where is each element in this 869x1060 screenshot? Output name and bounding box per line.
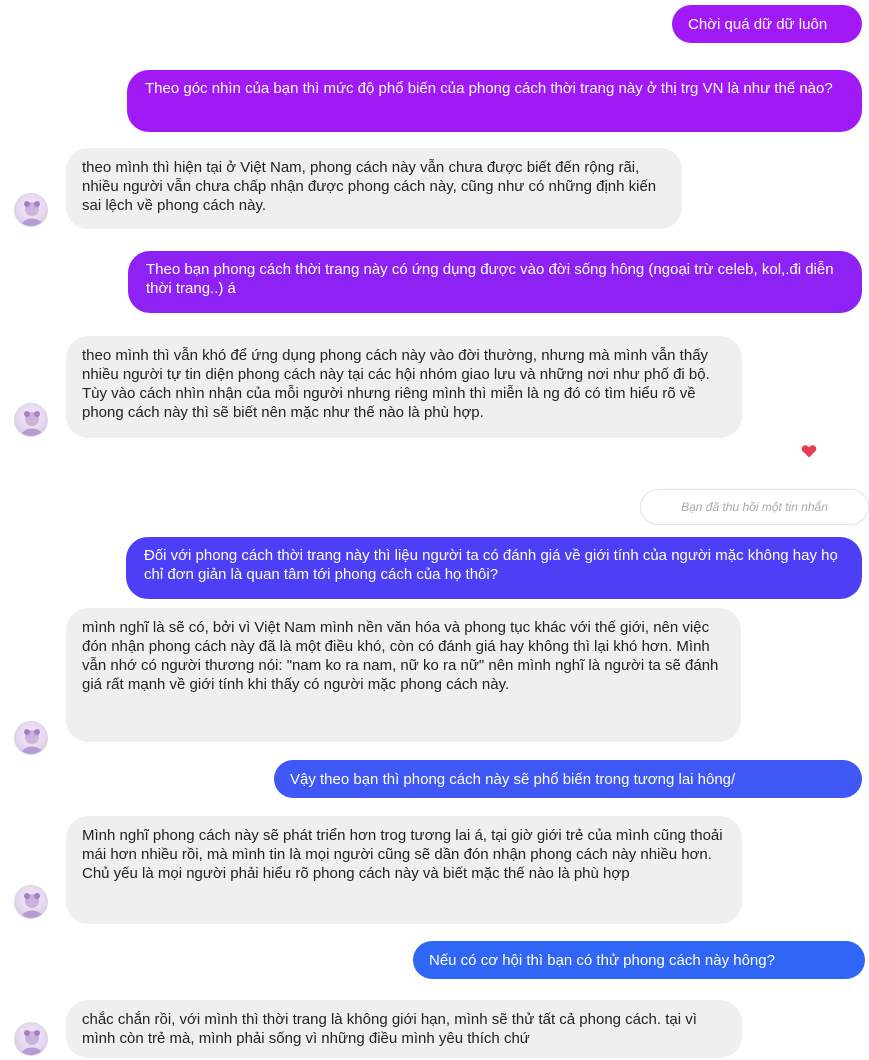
outgoing-message[interactable]: Theo góc nhìn của bạn thì mức độ phổ biế… <box>127 70 862 132</box>
outgoing-message[interactable]: Chời quá dữ dữ luôn <box>672 5 862 43</box>
avatar-illustration-icon <box>21 729 43 754</box>
incoming-message[interactable]: chắc chắn rồi, với mình thì thời trang l… <box>66 1000 742 1058</box>
contact-avatar[interactable] <box>14 193 48 227</box>
contact-avatar[interactable] <box>14 885 48 919</box>
avatar-illustration-icon <box>21 411 43 436</box>
recalled-message-notice: Bạn đã thu hồi một tin nhắn <box>640 489 869 525</box>
outgoing-message[interactable]: Đối với phong cách thời trang này thì li… <box>126 537 862 599</box>
outgoing-message[interactable]: Vậy theo bạn thì phong cách này sẽ phổ b… <box>274 760 862 798</box>
incoming-message[interactable]: theo mình thì vẫn khó để ứng dụng phong … <box>66 336 742 438</box>
chat-thread: Chời quá dữ dữ luôn Theo góc nhìn của bạ… <box>0 0 869 1060</box>
outgoing-message[interactable]: Nếu có cơ hội thì bạn có thử phong cách … <box>413 941 865 979</box>
heart-reaction-icon[interactable] <box>801 443 817 459</box>
incoming-message[interactable]: mình nghĩ là sẽ có, bởi vì Việt Nam mình… <box>66 608 741 742</box>
contact-avatar[interactable] <box>14 721 48 755</box>
incoming-message[interactable]: Mình nghĩ phong cách này sẽ phát triển h… <box>66 816 742 924</box>
incoming-message[interactable]: theo mình thì hiện tại ở Việt Nam, phong… <box>66 148 682 229</box>
avatar-illustration-icon <box>21 1030 43 1055</box>
contact-avatar[interactable] <box>14 1022 48 1056</box>
outgoing-message[interactable]: Theo bạn phong cách thời trang này có ứn… <box>128 251 862 313</box>
contact-avatar[interactable] <box>14 403 48 437</box>
avatar-illustration-icon <box>21 893 43 918</box>
avatar-illustration-icon <box>21 201 43 226</box>
